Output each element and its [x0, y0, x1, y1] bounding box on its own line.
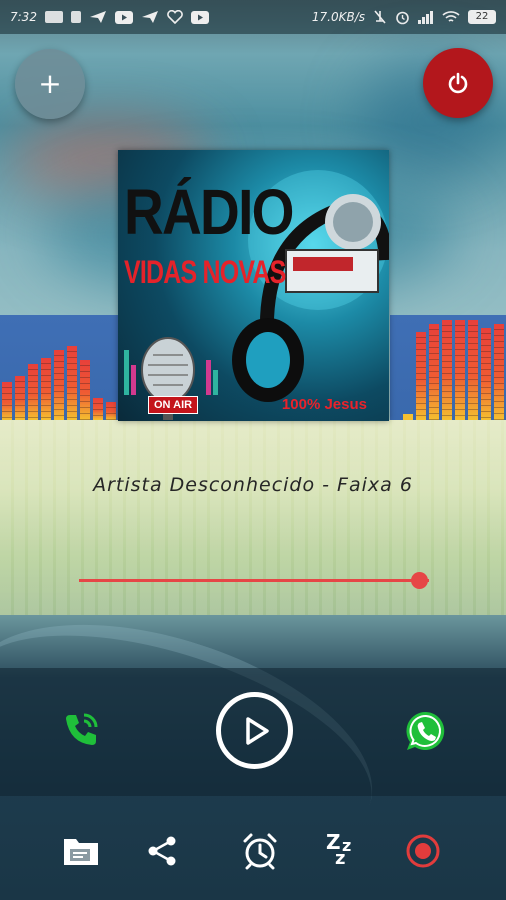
record-icon — [406, 834, 440, 868]
status-bar: 7:32 17.0KB/s 22 — [0, 0, 506, 34]
heart-icon — [167, 10, 183, 24]
whatsapp-button[interactable] — [402, 707, 450, 755]
battery-icon: 22 — [468, 10, 496, 24]
alarm-clock-icon — [243, 833, 277, 870]
sim-icon — [70, 11, 81, 23]
cover-title: RÁDIO — [124, 176, 294, 248]
youtube-icon — [190, 10, 209, 24]
track-title: Artista Desconhecido - Faixa 6 — [93, 474, 413, 496]
signal-icon — [418, 10, 433, 24]
power-icon — [448, 72, 468, 94]
alarm-icon — [396, 11, 409, 24]
youtube-icon — [114, 10, 133, 24]
record-button[interactable] — [401, 829, 445, 873]
power-button[interactable] — [423, 48, 493, 118]
wifi-icon — [442, 11, 460, 22]
send-icon — [141, 11, 158, 23]
sleep-timer-button[interactable]: Z z z — [322, 829, 366, 873]
cover-subtitle: VIDAS NOVAS — [124, 254, 286, 290]
add-button[interactable]: + — [15, 49, 85, 119]
call-button[interactable] — [58, 707, 104, 753]
folder-icon — [64, 839, 98, 865]
play-icon — [245, 716, 269, 745]
volume-slider-thumb[interactable] — [410, 572, 428, 589]
share-button[interactable] — [140, 829, 184, 873]
phone-call-icon — [66, 713, 98, 745]
equalizer-background-right — [390, 315, 506, 420]
sleep-timer-icon: Z z z — [326, 830, 352, 869]
folder-button[interactable] — [59, 829, 103, 873]
send-icon — [89, 11, 106, 23]
network-speed: 17.0KB/s — [311, 10, 365, 24]
volume-slider[interactable] — [79, 579, 429, 582]
on-air-badge: ON AIR — [148, 396, 199, 414]
album-artwork: RÁDIO VIDAS NOVAS ON AIR 100% Jesus — [118, 150, 389, 421]
equalizer-reflection — [0, 420, 506, 615]
play-button[interactable] — [216, 692, 293, 769]
gallery-icon — [44, 11, 63, 23]
mute-icon — [374, 10, 386, 24]
cover-tagline: 100% Jesus — [281, 396, 367, 413]
equalizer-background-left — [0, 315, 118, 420]
share-icon — [148, 836, 176, 866]
status-time: 7:32 — [10, 10, 37, 24]
add-button-label: + — [38, 67, 62, 100]
whatsapp-icon — [406, 711, 445, 750]
alarm-button[interactable] — [238, 829, 282, 873]
